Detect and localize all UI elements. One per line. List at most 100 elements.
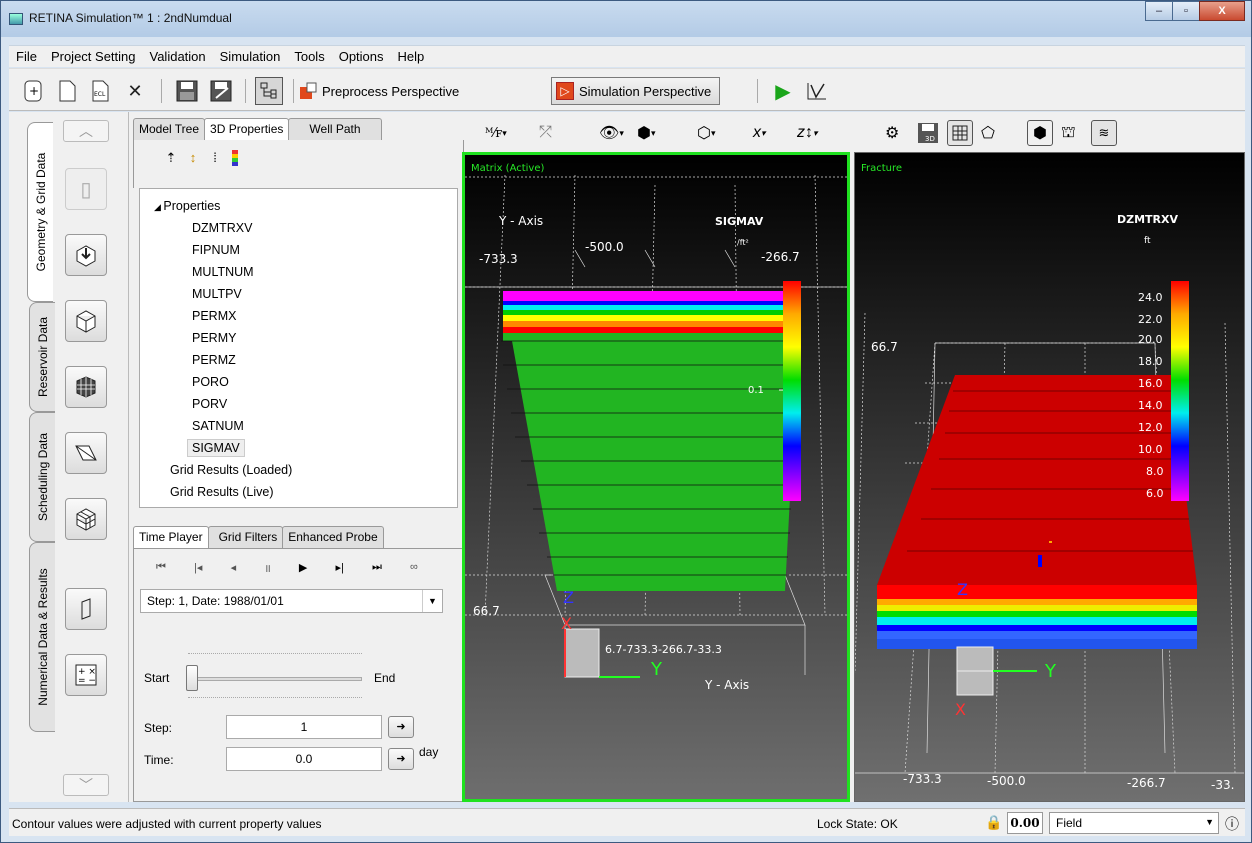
- tab-enhanced-probe[interactable]: Enhanced Probe: [282, 526, 384, 548]
- range-icon[interactable]: ↕: [184, 150, 202, 168]
- apply-time-button[interactable]: ➜: [388, 748, 414, 770]
- time-field[interactable]: 0.0: [226, 747, 382, 771]
- first-step-icon[interactable]: ⏮: [156, 561, 166, 581]
- tree-view-icon[interactable]: [255, 77, 283, 105]
- color-settings-icon[interactable]: ⁞: [206, 150, 224, 168]
- menu-file[interactable]: File: [9, 49, 44, 64]
- close-project-icon[interactable]: ✕: [121, 77, 149, 105]
- tree-item-multpv[interactable]: MULTPV: [140, 283, 457, 305]
- unit-system-select[interactable]: Field ▼: [1049, 812, 1219, 834]
- simulation-label: Simulation Perspective: [579, 83, 712, 99]
- loop-icon[interactable]: ∞: [410, 561, 418, 581]
- maximize-button[interactable]: ▫: [1172, 1, 1200, 21]
- tree-item-fipnum[interactable]: FIPNUM: [140, 239, 457, 261]
- time-slider-thumb[interactable]: [186, 665, 198, 691]
- axis-tool-icon[interactable]: ⤱: [539, 120, 552, 146]
- time-slider-track[interactable]: [188, 677, 362, 681]
- legend-unit-dzmtrxv: ft: [1144, 236, 1151, 246]
- new-file-icon[interactable]: [53, 77, 81, 105]
- lock-icon[interactable]: 🔒: [985, 814, 1002, 831]
- grid-lines-icon[interactable]: [947, 120, 973, 146]
- grid-block-icon[interactable]: [65, 366, 107, 408]
- next-step-icon[interactable]: ▸|: [335, 561, 343, 581]
- tree-item-satnum[interactable]: SATNUM: [140, 415, 457, 437]
- tree-item-multnum[interactable]: MULTNUM: [140, 261, 457, 283]
- plane-icon[interactable]: [65, 588, 107, 630]
- menu-help[interactable]: Help: [391, 49, 432, 64]
- tree-group-live[interactable]: Grid Results (Live): [140, 481, 457, 503]
- calculator-icon[interactable]: + × = −: [65, 654, 107, 696]
- preprocess-perspective-button[interactable]: Preprocess Perspective: [299, 77, 459, 105]
- tab-well-path[interactable]: Well Path: [288, 118, 382, 140]
- save-as-icon[interactable]: [207, 77, 235, 105]
- step-back-icon[interactable]: ◂: [231, 561, 237, 581]
- mf-toggle-icon[interactable]: ᴹ⁄ꜰ ▾: [485, 120, 507, 146]
- tick-left-z: 66.7: [473, 604, 500, 618]
- slice-icon[interactable]: [65, 432, 107, 474]
- svg-text:6.0: 6.0: [1146, 487, 1164, 500]
- tab-geometry-grid-data[interactable]: Geometry & Grid Data: [27, 122, 53, 302]
- color-legend-icon[interactable]: [226, 150, 244, 168]
- tree-item-dzmtrxv[interactable]: DZMTRXV: [140, 217, 457, 239]
- tab-scheduling-data[interactable]: Scheduling Data: [29, 412, 55, 542]
- z-scale-icon[interactable]: z↕ ▾: [797, 120, 818, 146]
- x-axis-icon[interactable]: x ▾: [753, 120, 766, 146]
- eye-icon[interactable]: 👁 ▾: [599, 120, 624, 146]
- ecl-import-icon[interactable]: ECL: [87, 77, 115, 105]
- scroll-down-button[interactable]: ﹀: [63, 774, 109, 796]
- step-date-select[interactable]: Step: 1, Date: 1988/01/01 ▼: [140, 589, 443, 613]
- tree-root[interactable]: ◢ Properties: [140, 195, 457, 217]
- menu-project-setting[interactable]: Project Setting: [44, 49, 143, 64]
- scroll-up-button[interactable]: ︿: [63, 120, 109, 142]
- tab-reservoir-data[interactable]: Reservoir Data: [29, 302, 55, 412]
- tab-3d-properties[interactable]: 3D Properties: [204, 118, 290, 140]
- plot-icon[interactable]: [803, 77, 831, 105]
- new-project-icon[interactable]: +: [19, 77, 47, 105]
- save-3d-icon[interactable]: 3D: [917, 120, 939, 146]
- last-step-icon[interactable]: ⏭: [372, 561, 382, 581]
- tree-item-sigmav[interactable]: SIGMAV: [140, 437, 457, 459]
- pause-icon[interactable]: ॥: [264, 561, 271, 581]
- import-grid-icon[interactable]: [65, 234, 107, 276]
- tab-numerical-data-results[interactable]: Numerical Data & Results: [29, 542, 55, 732]
- tab-time-player[interactable]: Time Player: [133, 526, 209, 548]
- matrix-viewport[interactable]: Matrix (Active) Y - Axis -733.3 -500.0 -…: [462, 152, 850, 802]
- time-label: Time:: [144, 753, 174, 767]
- help-icon[interactable]: ⓘ: [1225, 814, 1239, 834]
- polygon-icon[interactable]: ⬠: [981, 120, 995, 146]
- box-view-icon[interactable]: ⬡ ▾: [697, 120, 716, 146]
- menu-options[interactable]: Options: [332, 49, 391, 64]
- upload-icon[interactable]: ⇡: [162, 150, 180, 168]
- simulation-perspective-button[interactable]: ▷ Simulation Perspective: [551, 77, 721, 105]
- view-cube-icon[interactable]: ⬢ ▾: [637, 120, 656, 146]
- ruler-icon[interactable]: ▯: [65, 168, 107, 210]
- minimize-button[interactable]: –: [1145, 1, 1173, 21]
- menu-validation[interactable]: Validation: [143, 49, 213, 64]
- save-icon[interactable]: [173, 77, 201, 105]
- tab-grid-filters[interactable]: Grid Filters: [207, 526, 284, 548]
- y-axis-label-bottom: Y - Axis: [704, 678, 749, 692]
- svg-text:Z: Z: [563, 588, 574, 607]
- contour-lines-icon[interactable]: ≋: [1091, 120, 1117, 146]
- prev-step-icon[interactable]: |◂: [194, 561, 202, 581]
- well-rig-icon[interactable]: ⛫: [1061, 120, 1076, 146]
- run-icon[interactable]: ▶: [769, 77, 797, 105]
- cube-icon[interactable]: [65, 300, 107, 342]
- tree-item-permz[interactable]: PERMZ: [140, 349, 457, 371]
- tree-item-poro[interactable]: PORO: [140, 371, 457, 393]
- tree-group-loaded[interactable]: Grid Results (Loaded): [140, 459, 457, 481]
- tab-model-tree[interactable]: Model Tree: [133, 118, 206, 140]
- tree-item-permx[interactable]: PERMX: [140, 305, 457, 327]
- settings-gear-icon[interactable]: ⚙: [885, 120, 899, 146]
- step-field[interactable]: 1: [226, 715, 382, 739]
- menu-simulation[interactable]: Simulation: [213, 49, 288, 64]
- 3d-box-icon[interactable]: ⬢: [1027, 120, 1053, 146]
- wireframe-grid-icon[interactable]: [65, 498, 107, 540]
- tree-item-permy[interactable]: PERMY: [140, 327, 457, 349]
- tree-item-porv[interactable]: PORV: [140, 393, 457, 415]
- play-icon[interactable]: ▶: [299, 561, 307, 581]
- menu-tools[interactable]: Tools: [287, 49, 331, 64]
- close-button[interactable]: X: [1199, 1, 1245, 21]
- fracture-viewport[interactable]: Fracture DZMTRXV ft 24.0 22.0 20.0 18.0 …: [854, 152, 1245, 802]
- apply-step-button[interactable]: ➜: [388, 716, 414, 738]
